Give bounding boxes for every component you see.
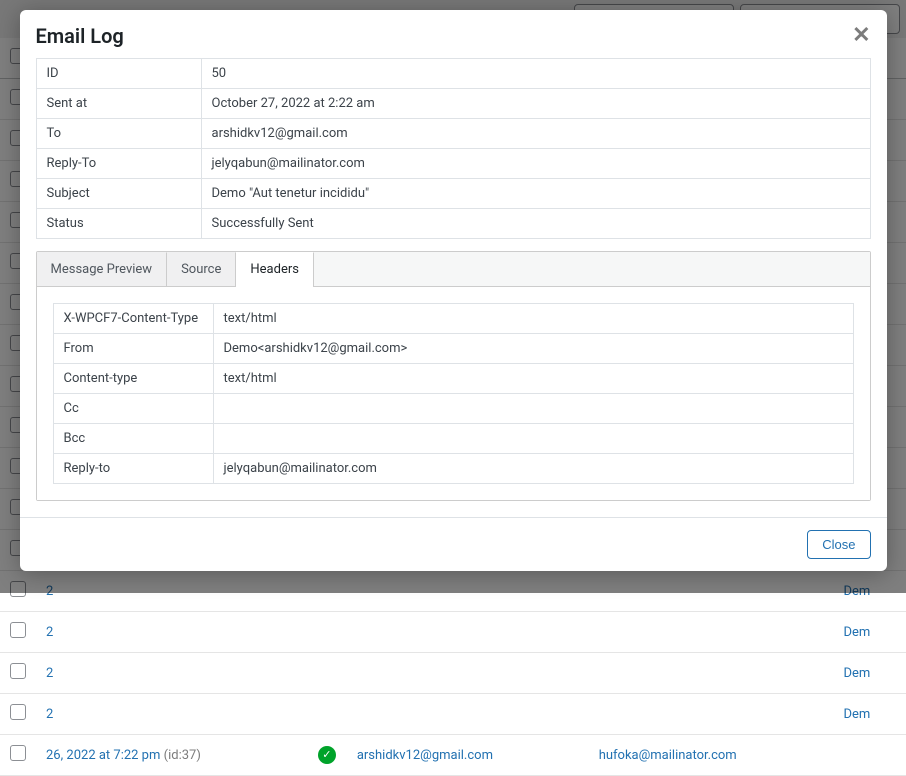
modal-body: ID50 Sent atOctober 27, 2022 at 2:22 am … (20, 58, 887, 517)
modal-header: Email Log ✕ (20, 10, 887, 58)
table-row: 2Dem (0, 694, 906, 735)
table-row: 26, 2022 at 7:22 pm (id:37) ✓ arshidkv12… (0, 735, 906, 776)
info-row-status: StatusSuccessfully Sent (36, 209, 870, 239)
table-row: 2Dem (0, 612, 906, 653)
status-success-icon: ✓ (318, 746, 336, 764)
info-row-reply-to: Reply-Tojelyqabun@mailinator.com (36, 149, 870, 179)
modal-overlay: Email Log ✕ ID50 Sent atOctober 27, 2022… (0, 0, 906, 593)
tab-content-headers: X-WPCF7-Content-Typetext/html FromDemo<a… (37, 287, 870, 500)
headers-table: X-WPCF7-Content-Typetext/html FromDemo<a… (53, 303, 854, 484)
row-checkbox[interactable] (10, 622, 26, 638)
header-row: Bcc (53, 424, 853, 454)
table-row: 2Dem (0, 653, 906, 694)
header-row: Reply-tojelyqabun@mailinator.com (53, 454, 853, 484)
tab-source[interactable]: Source (167, 252, 236, 286)
tabs-container: Message Preview Source Headers X-WPCF7-C… (36, 251, 871, 501)
tab-headers[interactable]: Headers (236, 252, 314, 287)
info-row-sent-at: Sent atOctober 27, 2022 at 2:22 am (36, 89, 870, 119)
email-log-modal: Email Log ✕ ID50 Sent atOctober 27, 2022… (20, 10, 887, 571)
header-row: FromDemo<arshidkv12@gmail.com> (53, 334, 853, 364)
header-row: Content-typetext/html (53, 364, 853, 394)
row-checkbox[interactable] (10, 745, 26, 761)
close-icon[interactable]: ✕ (852, 25, 870, 47)
tab-message-preview[interactable]: Message Preview (37, 252, 168, 286)
info-table: ID50 Sent atOctober 27, 2022 at 2:22 am … (36, 58, 871, 239)
header-row: Cc (53, 394, 853, 424)
row-checkbox[interactable] (10, 704, 26, 720)
info-row-id: ID50 (36, 59, 870, 89)
info-row-to: Toarshidkv12@gmail.com (36, 119, 870, 149)
tabs: Message Preview Source Headers (37, 252, 870, 287)
info-row-subject: SubjectDemo "Aut tenetur incididu" (36, 179, 870, 209)
header-row: X-WPCF7-Content-Typetext/html (53, 304, 853, 334)
row-checkbox[interactable] (10, 663, 26, 679)
close-button[interactable]: Close (807, 530, 870, 559)
modal-title: Email Log (36, 24, 124, 48)
modal-footer: Close (20, 517, 887, 571)
